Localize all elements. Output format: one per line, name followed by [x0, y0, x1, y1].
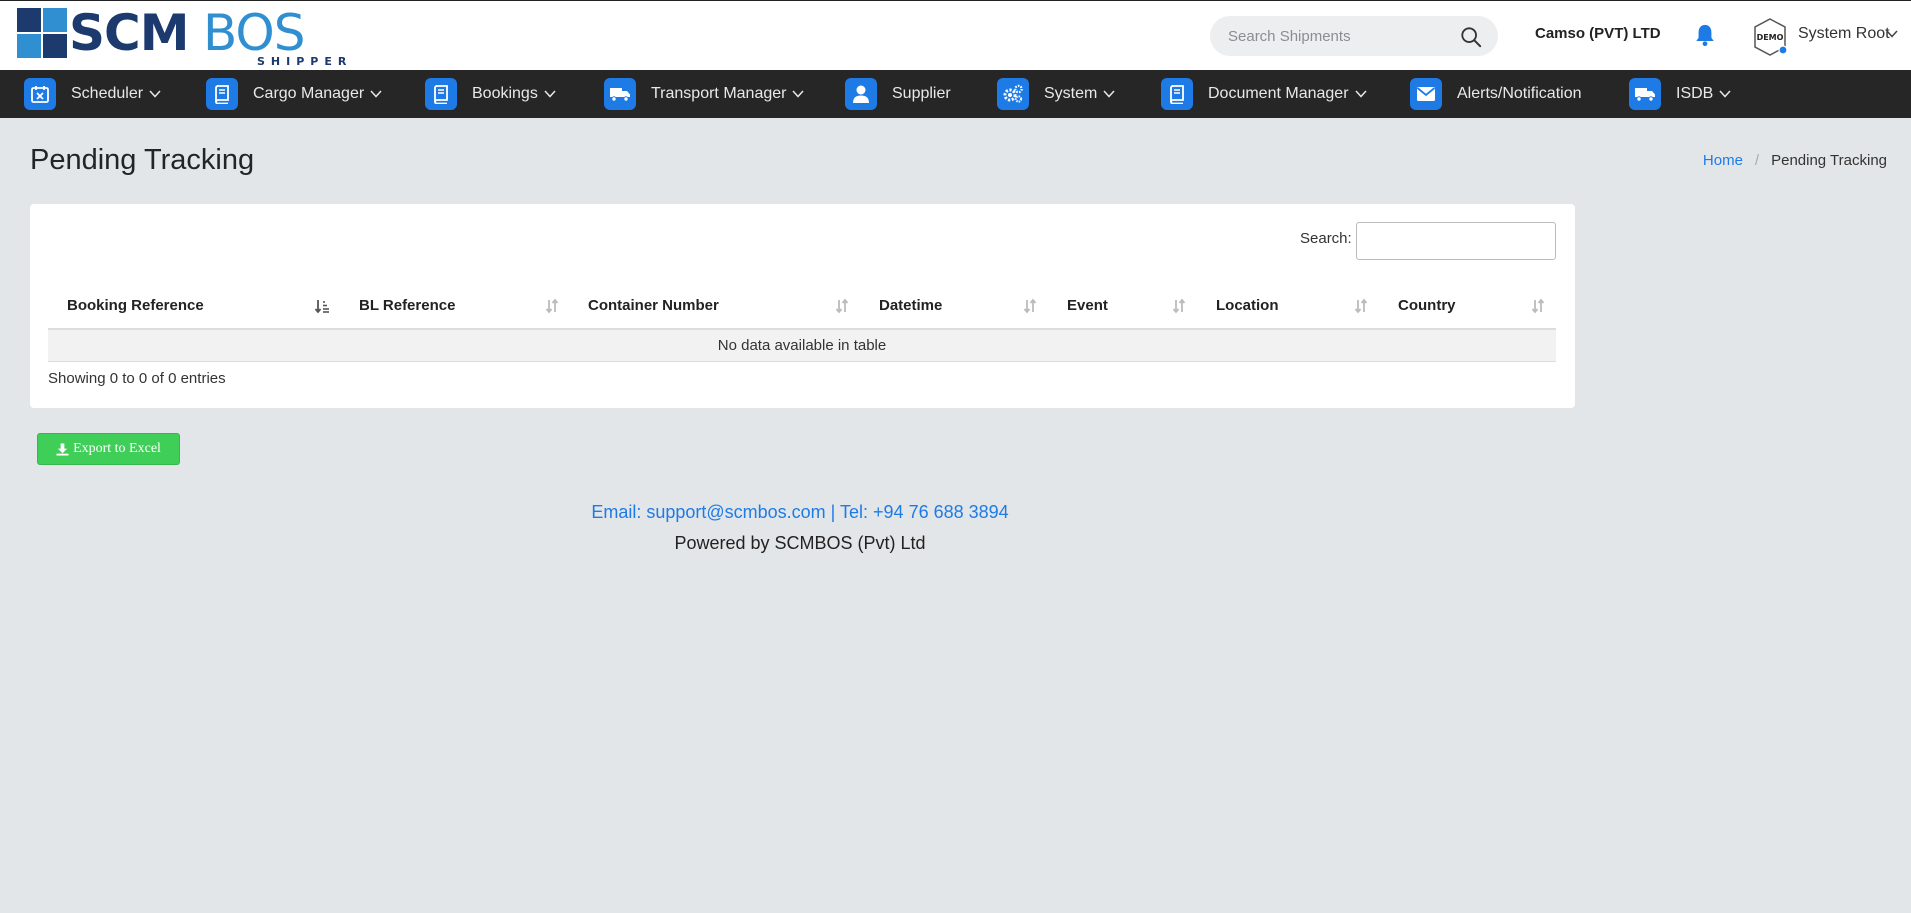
logo-text-main: SCM: [69, 4, 189, 62]
nav-item-isdb[interactable]: ISDB: [1629, 70, 1731, 118]
main-nav: Scheduler Cargo Manager Bookings Transpo…: [0, 70, 1911, 118]
column-header-event[interactable]: Event: [1067, 282, 1108, 328]
chevron-down-icon: [1103, 90, 1115, 98]
nav-label: System: [1044, 85, 1098, 102]
chevron-down-icon: [544, 90, 556, 98]
sort-icon[interactable]: [1171, 298, 1187, 314]
sort-icon[interactable]: [1353, 298, 1369, 314]
table-search-label: Search:: [1300, 230, 1352, 247]
footer-contact[interactable]: Email: support@scmbos.com | Tel: +94 76 …: [0, 502, 1600, 523]
nav-item-scheduler[interactable]: Scheduler: [24, 70, 161, 118]
search-shipments-input[interactable]: [1228, 27, 1448, 45]
chevron-down-icon[interactable]: [1886, 30, 1898, 38]
chevron-down-icon: [1719, 90, 1731, 98]
logo-text-sub: SHIPPER: [257, 55, 353, 68]
table-info: Showing 0 to 0 of 0 entries: [48, 370, 226, 387]
chevron-down-icon: [1354, 90, 1367, 98]
nav-label: Transport Manager: [651, 85, 787, 102]
logo-text-accent: BOS: [203, 4, 306, 62]
sort-ascending-icon[interactable]: [314, 298, 330, 314]
nav-label: Alerts/Notification: [1457, 85, 1582, 102]
book-icon: [1161, 78, 1193, 110]
nav-label: Supplier: [892, 85, 951, 102]
column-header-country[interactable]: Country: [1398, 282, 1456, 328]
book-icon: [425, 78, 457, 110]
nav-item-alerts-notification[interactable]: Alerts/Notification: [1410, 70, 1582, 118]
pending-tracking-table: Booking Reference BL Reference Container…: [48, 282, 1556, 362]
page-title: Pending Tracking: [30, 144, 255, 176]
sort-icon[interactable]: [834, 298, 850, 314]
nav-item-system[interactable]: System: [997, 70, 1115, 118]
table-search-input[interactable]: [1356, 222, 1556, 260]
gears-icon: [997, 78, 1029, 110]
chevron-down-icon: [370, 90, 382, 98]
envelope-icon: [1410, 78, 1442, 110]
nav-item-bookings[interactable]: Bookings: [425, 70, 556, 118]
breadcrumb-separator: /: [1754, 152, 1760, 169]
footer-powered-by: Powered by SCMBOS (Pvt) Ltd: [674, 533, 926, 553]
truck-icon: [1629, 78, 1661, 110]
column-header-location[interactable]: Location: [1216, 282, 1279, 328]
column-header-container-number[interactable]: Container Number: [588, 282, 719, 328]
export-to-excel-button[interactable]: Export to Excel: [37, 433, 180, 465]
tracking-table-card: Search: Booking Reference BL Reference C…: [30, 204, 1575, 408]
nav-item-document-manager[interactable]: Document Manager: [1161, 70, 1367, 118]
user-icon: [845, 78, 877, 110]
export-label: Export to Excel: [73, 441, 161, 456]
breadcrumb: Home / Pending Tracking: [1703, 152, 1887, 169]
nav-label: Cargo Manager: [253, 85, 365, 102]
calendar-x-icon: [24, 78, 56, 110]
bell-icon[interactable]: [1694, 23, 1716, 47]
chevron-down-icon: [149, 90, 161, 98]
breadcrumb-current: Pending Tracking: [1771, 152, 1887, 169]
breadcrumb-home-link[interactable]: Home: [1703, 152, 1743, 169]
shipment-search: [1210, 16, 1498, 56]
sort-icon[interactable]: [1530, 298, 1546, 314]
avatar-label: DEMO: [1757, 33, 1784, 42]
nav-label: Bookings: [472, 85, 538, 102]
table-empty-row: No data available in table: [48, 330, 1556, 362]
table-header: Booking Reference BL Reference Container…: [48, 282, 1556, 330]
chevron-down-icon: [792, 90, 805, 98]
nav-label: Document Manager: [1208, 85, 1349, 102]
book-icon: [206, 78, 238, 110]
scmbos-logo[interactable]: SCM BOS SHIPPER: [17, 4, 346, 68]
sort-icon[interactable]: [544, 298, 560, 314]
nav-item-cargo-manager[interactable]: Cargo Manager: [206, 70, 382, 118]
top-header: SCM BOS SHIPPER Camso (PVT) LTD DEMO Sys…: [0, 0, 1911, 70]
nav-label: ISDB: [1676, 85, 1714, 102]
user-name[interactable]: System Root: [1798, 25, 1890, 43]
avatar[interactable]: DEMO: [1752, 17, 1788, 57]
sort-icon[interactable]: [1022, 298, 1038, 314]
nav-label: Scheduler: [71, 85, 144, 102]
column-header-bl-reference[interactable]: BL Reference: [359, 282, 455, 328]
download-icon: [56, 442, 69, 456]
nav-item-transport-manager[interactable]: Transport Manager: [604, 70, 805, 118]
column-header-datetime[interactable]: Datetime: [879, 282, 942, 328]
logo-mark: [17, 8, 67, 58]
column-header-booking-reference[interactable]: Booking Reference: [67, 282, 204, 328]
search-icon[interactable]: [1460, 26, 1482, 48]
company-name: Camso (PVT) LTD: [1535, 25, 1661, 42]
nav-item-supplier[interactable]: Supplier: [845, 70, 951, 118]
truck-icon: [604, 78, 636, 110]
